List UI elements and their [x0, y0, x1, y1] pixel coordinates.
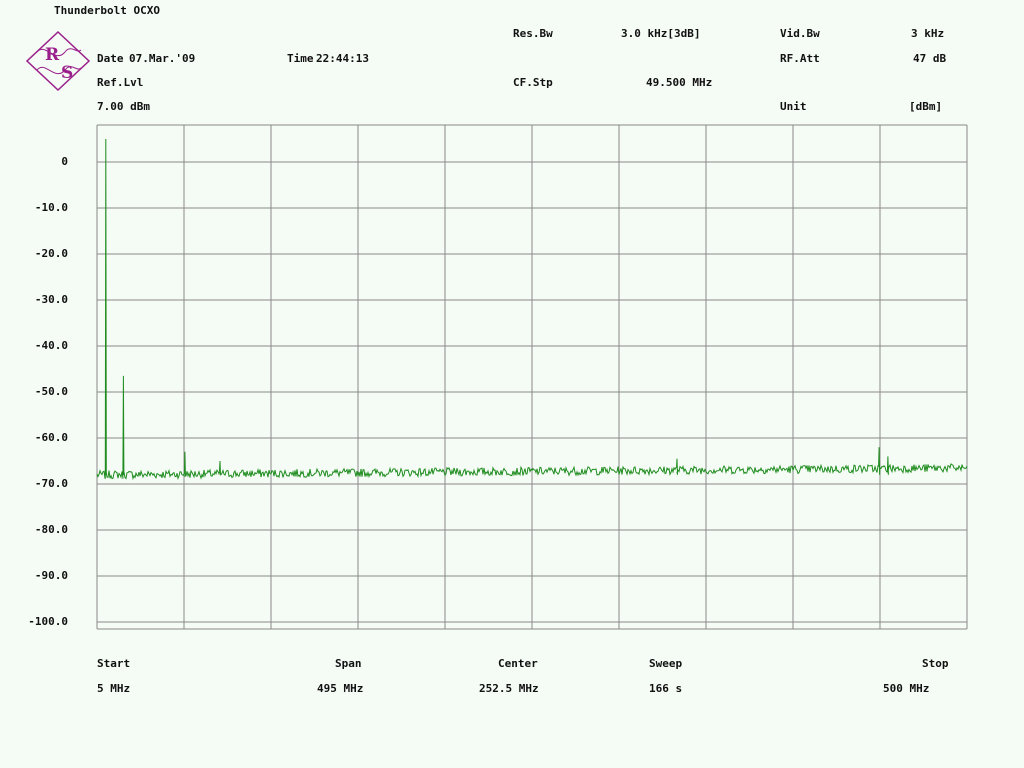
span-value: 495 MHz — [317, 682, 364, 695]
span-label: Span — [335, 657, 362, 670]
start-label: Start — [97, 657, 131, 670]
center-value: 252.5 MHz — [479, 682, 539, 695]
start-value: 5 MHz — [97, 682, 131, 695]
center-label: Center — [498, 657, 538, 670]
stop-label: Stop — [922, 657, 949, 670]
grid — [96, 124, 968, 630]
sweep-label: Sweep — [649, 657, 683, 670]
stop-value: 500 MHz — [883, 682, 930, 695]
spectrum-plot — [96, 124, 968, 630]
sweep-value: 166 s — [649, 682, 683, 695]
